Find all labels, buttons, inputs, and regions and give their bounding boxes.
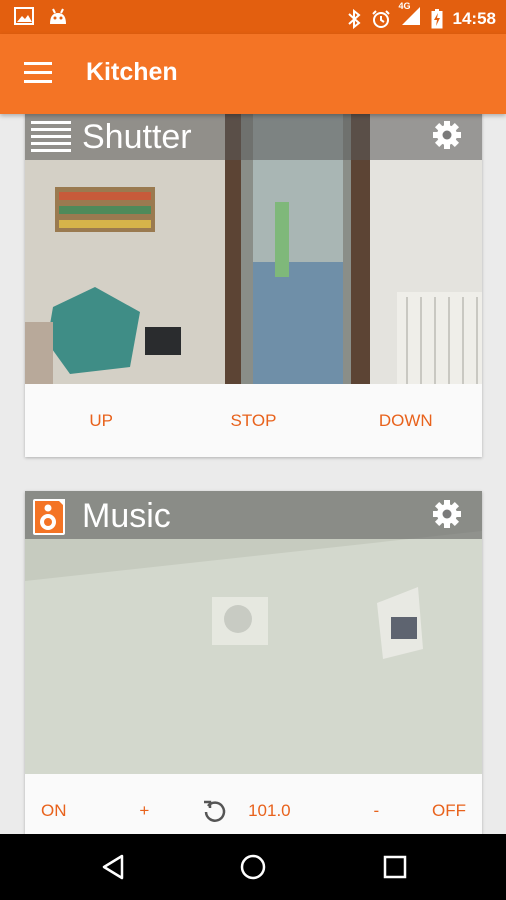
down-button[interactable]: DOWN — [331, 411, 481, 431]
back-icon[interactable] — [99, 852, 129, 882]
shutter-icon — [31, 121, 71, 152]
alarm-icon — [371, 9, 390, 28]
gear-icon[interactable] — [432, 120, 462, 150]
card-header: Shutter — [25, 114, 482, 160]
page-title: Kitchen — [86, 58, 178, 86]
clock: 14:58 — [452, 8, 496, 28]
hamburger-menu-icon[interactable] — [24, 62, 52, 84]
volume-up-button[interactable]: + — [139, 801, 149, 821]
shutter-card: Shutter UP STOP DOWN — [25, 114, 482, 457]
shutter-actions: UP STOP DOWN — [25, 384, 482, 457]
home-icon[interactable] — [238, 852, 268, 882]
refresh-icon[interactable] — [202, 798, 228, 824]
volume-value: 101.0 — [248, 801, 291, 820]
on-button[interactable]: ON — [41, 801, 67, 821]
card-title: Music — [82, 497, 171, 535]
off-button[interactable]: OFF — [432, 801, 466, 821]
image-icon — [14, 7, 34, 25]
app-bar: Kitchen — [0, 34, 506, 114]
card-title: Shutter — [82, 118, 192, 156]
bluetooth-icon — [347, 8, 361, 29]
battery-charging-icon — [431, 8, 443, 28]
shutter-camera-image: Shutter — [25, 114, 482, 384]
navigation-bar — [0, 834, 506, 900]
music-card: Music ON + 101.0 - OFF — [25, 491, 482, 834]
music-camera-image: Music — [25, 491, 482, 774]
status-bar: 4G 14:58 — [0, 0, 506, 34]
speaker-icon — [33, 499, 65, 535]
stop-button[interactable]: STOP — [178, 411, 328, 431]
volume-down-button[interactable]: - — [373, 801, 379, 821]
music-controls: ON + 101.0 - OFF — [25, 774, 482, 834]
up-button[interactable]: UP — [26, 411, 176, 431]
network-type-label: 4G — [398, 1, 411, 11]
card-header: Music — [25, 491, 482, 539]
content-scroll[interactable]: Shutter UP STOP DOWN Music ON + 101.0 - … — [0, 114, 506, 834]
gear-icon[interactable] — [432, 499, 462, 529]
android-icon — [50, 8, 66, 24]
recents-icon[interactable] — [380, 852, 410, 882]
